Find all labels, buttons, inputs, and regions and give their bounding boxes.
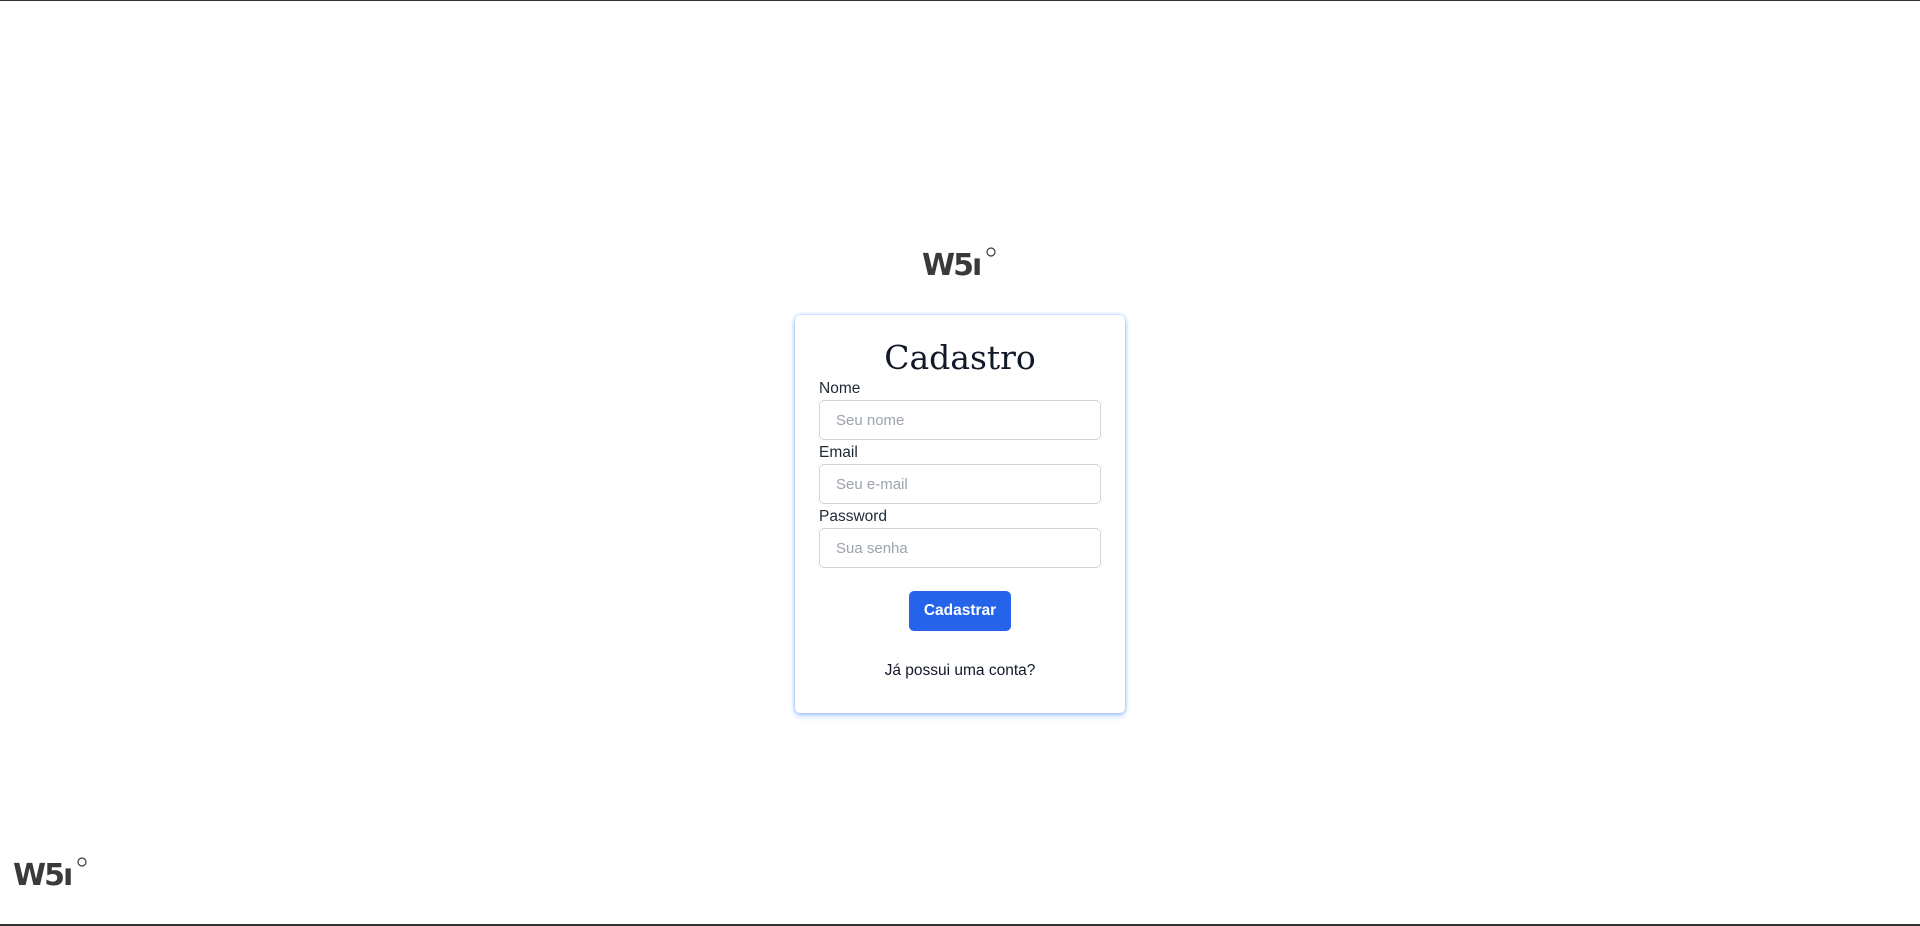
svg-text:W5ı: W5ı [922, 248, 980, 280]
signup-card: Cadastro Nome Email Password Cadastrar J… [795, 315, 1125, 713]
password-label: Password [819, 508, 888, 525]
name-label: Nome [819, 380, 861, 397]
email-label: Email [819, 444, 858, 461]
w5i-logo: W5ı [922, 247, 996, 280]
signup-button[interactable]: Cadastrar [909, 591, 1011, 631]
svg-text:W5ı: W5ı [13, 858, 71, 890]
password-input[interactable] [819, 528, 1101, 568]
w5i-footer-logo: W5ı [13, 857, 87, 890]
name-input[interactable] [819, 400, 1101, 440]
submit-row: Cadastrar [819, 591, 1101, 631]
email-input[interactable] [819, 464, 1101, 504]
login-link[interactable]: Já possui uma conta? [819, 662, 1101, 680]
page: W5ı Cadastro Nome Email Password Cadastr… [0, 0, 1920, 926]
form-title: Cadastro [884, 338, 1036, 377]
